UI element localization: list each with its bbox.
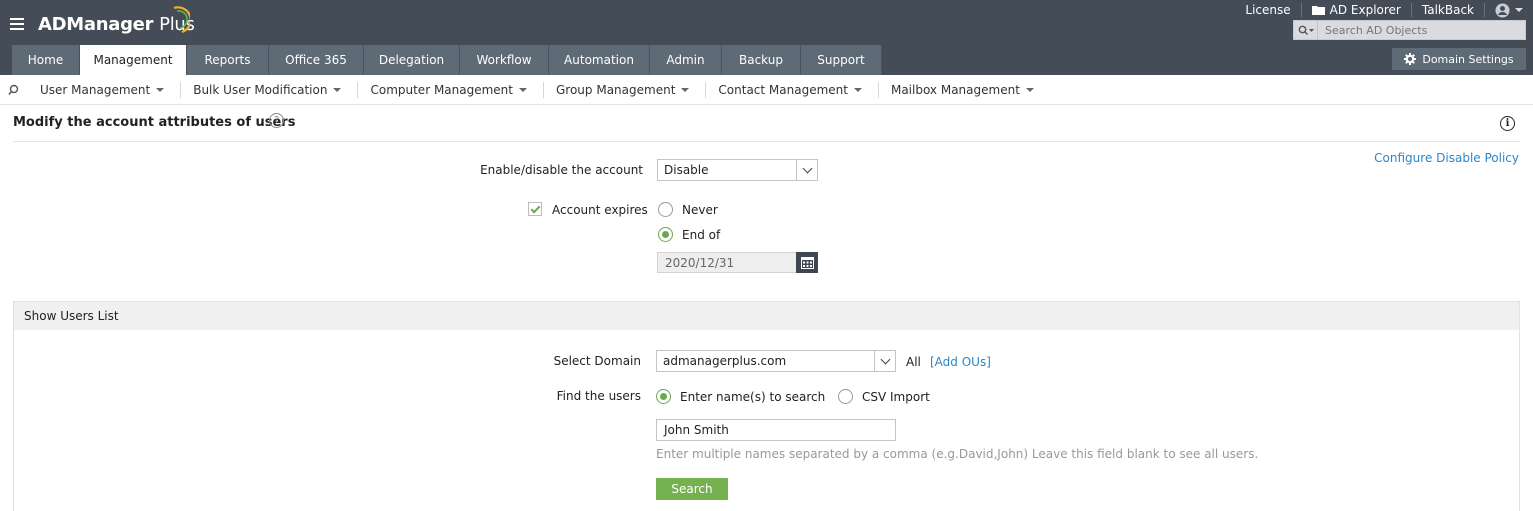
folder-icon	[1311, 6, 1325, 15]
page-title: Modify the account attributes of users	[13, 115, 296, 130]
domain-settings-button[interactable]: Domain Settings	[1392, 48, 1526, 70]
expiry-date-field[interactable]: 2020/12/31	[657, 252, 798, 273]
search-hint-text: Enter multiple names separated by a comm…	[656, 447, 1259, 461]
tab-backup[interactable]: Backup	[722, 45, 801, 75]
enable-disable-label: Enable/disable the account	[480, 163, 643, 177]
license-link[interactable]: License	[1235, 3, 1302, 17]
tab-workflow[interactable]: Workflow	[460, 45, 549, 75]
enter-names-label: Enter name(s) to search	[680, 390, 826, 404]
quick-search-icon[interactable]	[0, 84, 28, 96]
domain-value: admanagerplus.com	[663, 354, 787, 368]
chevron-down-icon	[681, 87, 690, 92]
top-header: ADManager Plus License AD Explorer TalkB…	[0, 0, 1533, 75]
chevron-down-icon	[874, 351, 895, 371]
talkback-label: TalkBack	[1421, 3, 1474, 17]
tab-admin[interactable]: Admin	[650, 45, 722, 75]
end-of-radio[interactable]	[658, 227, 673, 242]
calendar-icon[interactable]	[796, 252, 818, 273]
search-icon[interactable]	[1294, 21, 1318, 39]
account-expires-checkbox[interactable]	[528, 202, 542, 216]
subnav-label: User Management	[40, 82, 151, 97]
subnav-computer-management[interactable]: Computer Management	[358, 81, 544, 98]
subnav-group-management[interactable]: Group Management	[544, 81, 707, 98]
sub-navigation: User Management Bulk User Modification C…	[0, 75, 1533, 105]
chevron-down-icon	[853, 87, 862, 92]
info-icon[interactable]: i	[1500, 116, 1515, 131]
enter-names-radio[interactable]	[656, 389, 671, 404]
chevron-down-icon	[333, 87, 342, 92]
chevron-down-icon	[1515, 8, 1523, 12]
hamburger-menu-icon[interactable]	[10, 18, 24, 30]
chevron-down-icon	[796, 160, 817, 180]
subnav-bulk-user-modification[interactable]: Bulk User Modification	[181, 81, 359, 98]
never-radio[interactable]	[658, 202, 673, 217]
logo-arc-icon	[173, 6, 190, 34]
subnav-label: Mailbox Management	[890, 82, 1020, 97]
ad-search-input[interactable]	[1318, 23, 1518, 37]
add-ous-link[interactable]: [Add OUs]	[930, 355, 991, 369]
ad-explorer-label: AD Explorer	[1329, 3, 1401, 17]
license-label: License	[1245, 3, 1291, 17]
tab-management[interactable]: Management	[80, 45, 187, 75]
tab-delegation[interactable]: Delegation	[364, 45, 460, 75]
users-list-panel-header[interactable]: Show Users List	[13, 301, 1520, 330]
help-icon[interactable]: ?	[269, 113, 284, 128]
find-users-label: Find the users	[556, 389, 641, 403]
tab-automation[interactable]: Automation	[549, 45, 650, 75]
subnav-label: Bulk User Modification	[193, 82, 328, 97]
subnav-mailbox-management[interactable]: Mailbox Management	[879, 82, 1050, 98]
csv-import-label: CSV Import	[862, 390, 930, 404]
subnav-label: Contact Management	[718, 82, 848, 97]
tab-support[interactable]: Support	[801, 45, 882, 75]
enable-disable-value: Disable	[664, 163, 709, 177]
chevron-down-icon	[1025, 87, 1034, 92]
user-account-menu[interactable]	[1485, 3, 1533, 18]
subnav-label: Computer Management	[370, 82, 513, 97]
users-list-panel-title: Show Users List	[24, 309, 119, 323]
subnav-label: Group Management	[556, 82, 676, 97]
title-divider	[13, 141, 1520, 142]
talkback-link[interactable]: TalkBack	[1412, 3, 1485, 17]
tab-reports[interactable]: Reports	[187, 45, 269, 75]
enable-disable-select[interactable]: Disable	[657, 159, 818, 181]
tab-office-365[interactable]: Office 365	[269, 45, 364, 75]
tab-home[interactable]: Home	[12, 45, 80, 75]
select-domain-label: Select Domain	[553, 354, 641, 368]
user-avatar-icon	[1495, 3, 1510, 17]
top-links: License AD Explorer TalkBack	[1235, 2, 1533, 18]
main-tabs: Home Management Reports Office 365 Deleg…	[12, 45, 882, 75]
search-button[interactable]: Search	[656, 478, 728, 500]
domain-settings-label: Domain Settings	[1422, 52, 1514, 66]
app-name: ADManager	[38, 14, 154, 35]
user-names-input[interactable]: John Smith	[656, 419, 896, 441]
checkmark-icon	[530, 203, 540, 213]
configure-disable-policy-link[interactable]: Configure Disable Policy	[1374, 151, 1519, 165]
subnav-contact-management[interactable]: Contact Management	[706, 81, 879, 98]
never-label: Never	[682, 203, 718, 217]
chevron-down-icon	[519, 87, 527, 92]
csv-import-radio[interactable]	[838, 389, 853, 404]
account-expires-label: Account expires	[552, 203, 648, 217]
all-label: All	[906, 355, 921, 369]
subnav-user-management[interactable]: User Management	[28, 81, 182, 98]
ad-search-box	[1293, 20, 1526, 40]
chevron-down-icon	[156, 87, 165, 92]
ad-explorer-link[interactable]: AD Explorer	[1302, 3, 1412, 17]
gear-icon	[1404, 53, 1417, 65]
end-of-label: End of	[682, 228, 721, 242]
domain-select[interactable]: admanagerplus.com	[656, 350, 896, 372]
